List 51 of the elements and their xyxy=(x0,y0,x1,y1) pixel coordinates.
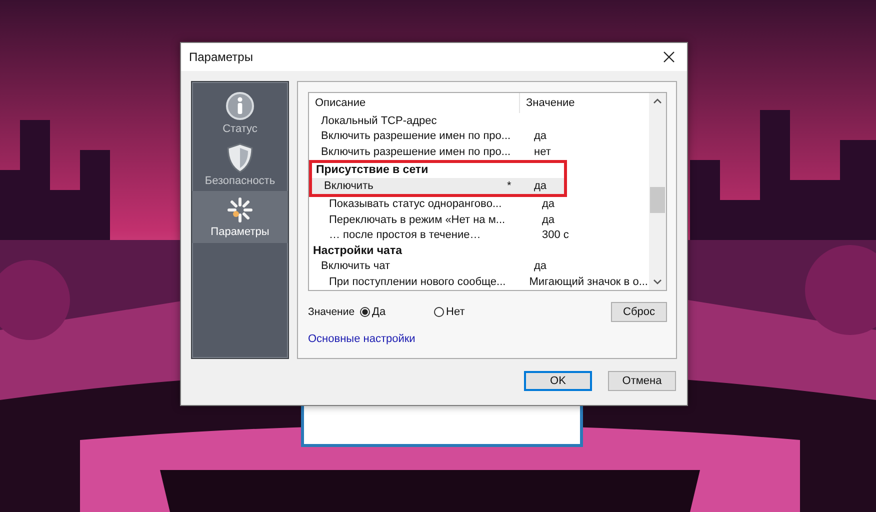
settings-row[interactable]: Включить чат да xyxy=(309,258,648,274)
settings-row[interactable]: Показывать статус одноранговo... да xyxy=(309,196,648,212)
group-heading: Настройки чата xyxy=(313,244,402,257)
cancel-button[interactable]: Отмена xyxy=(608,371,676,391)
scroll-thumb[interactable] xyxy=(650,187,665,213)
sparkle-icon xyxy=(226,196,254,224)
settings-row[interactable]: Переключать в режим «Нет на м... да xyxy=(309,212,648,228)
settings-row[interactable]: При поступлении нового сообще... Мигающий значок в о... xyxy=(309,274,648,290)
setting-value: да xyxy=(534,260,547,272)
setting-value: да xyxy=(542,214,555,226)
value-label: Значение xyxy=(308,306,356,318)
shield-icon xyxy=(227,143,253,173)
setting-value: да xyxy=(534,180,547,192)
setting-label: Локальный TCP-адрес xyxy=(321,114,437,127)
settings-row[interactable]: Включить * да xyxy=(312,178,564,194)
radio-option[interactable]: Нет xyxy=(434,306,508,318)
scroll-up-icon[interactable] xyxy=(653,98,662,104)
sidebar-item[interactable]: Статус xyxy=(192,87,288,139)
setting-value: да xyxy=(534,130,547,142)
setting-label: Показывать статус одноранговo... xyxy=(329,198,502,210)
column-header[interactable]: Описание xyxy=(309,93,520,113)
scrollbar[interactable] xyxy=(649,93,666,290)
setting-label: Включить чат xyxy=(321,260,390,272)
settings-row[interactable]: … после простоя в течение… 300 с xyxy=(309,228,648,243)
window-title: Параметры xyxy=(189,50,253,64)
scroll-down-icon[interactable] xyxy=(653,279,662,285)
setting-label: Переключать в режим «Нет на м... xyxy=(329,214,506,226)
ok-button[interactable]: OK xyxy=(524,371,592,391)
column-header[interactable]: Значение xyxy=(520,97,575,109)
sidebar-item[interactable]: Параметры xyxy=(192,191,288,243)
settings-row[interactable]: Включить разрешение имен по про... нет xyxy=(309,144,648,160)
modified-mark: * xyxy=(507,180,512,192)
settings-row[interactable]: Локальный TCP-адрес xyxy=(309,113,648,128)
setting-value: да xyxy=(542,198,555,210)
setting-value: Мигающий значок в о... xyxy=(529,276,648,288)
setting-label: … после простоя в течение… xyxy=(329,229,481,242)
radio-option[interactable]: Да xyxy=(360,306,434,318)
group-heading: Присутствие в сети xyxy=(316,164,428,176)
setting-label: Включить xyxy=(324,180,374,192)
info-icon xyxy=(225,91,255,121)
setting-value: нет xyxy=(534,146,551,158)
sidebar-item[interactable]: Безопасность xyxy=(192,139,288,191)
setting-label: Включить разрешение имен по про... xyxy=(321,130,511,142)
setting-value: 300 с xyxy=(542,229,569,242)
setting-label: Включить разрешение имен по про... xyxy=(321,146,511,158)
reset-button[interactable]: Сброс xyxy=(611,302,667,322)
settings-row[interactable]: Включить разрешение имен по про... да xyxy=(309,128,648,144)
setting-label: При поступлении нового сообще... xyxy=(329,276,506,288)
group-row[interactable]: Настройки чата xyxy=(309,243,648,258)
settings-link[interactable]: Основные настройки xyxy=(308,333,416,345)
close-icon[interactable] xyxy=(663,51,675,63)
